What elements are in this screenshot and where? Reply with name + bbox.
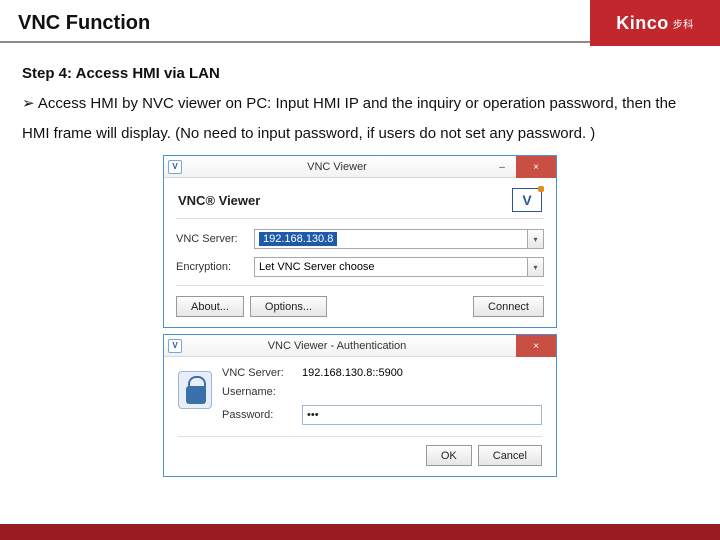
titlebar[interactable]: V VNC Viewer – ×	[164, 156, 556, 178]
cancel-button[interactable]: Cancel	[478, 445, 542, 466]
password-label: Password:	[222, 409, 302, 421]
vnc-viewer-window: V VNC Viewer – × VNC® Viewer V VNC Serve…	[163, 155, 557, 328]
ok-button[interactable]: OK	[426, 445, 472, 466]
brand-logo-sub: 步科	[673, 16, 694, 31]
vnc-logo-icon: V	[512, 188, 542, 212]
brand-heading: VNC® Viewer	[178, 193, 260, 208]
bullet-icon: ➢	[22, 95, 35, 112]
brand-logo: Kinco 步科	[590, 0, 720, 46]
encryption-label: Encryption:	[176, 261, 254, 273]
footer-bar	[0, 524, 720, 540]
username-label: Username:	[222, 386, 302, 398]
connect-button[interactable]: Connect	[473, 296, 544, 317]
encryption-value: Let VNC Server choose	[255, 261, 527, 273]
chevron-down-icon[interactable]: ▾	[527, 258, 543, 276]
close-button[interactable]: ×	[516, 335, 556, 357]
auth-server-value: 192.168.130.8::5900	[302, 367, 542, 379]
minimize-button[interactable]: –	[488, 156, 516, 178]
titlebar[interactable]: V VNC Viewer - Authentication ×	[164, 335, 556, 357]
server-value: 192.168.130.8	[259, 232, 337, 246]
options-button[interactable]: Options...	[250, 296, 327, 317]
vnc-auth-window: V VNC Viewer - Authentication × VNC Serv…	[163, 334, 557, 477]
window-title: VNC Viewer - Authentication	[188, 340, 556, 352]
step-heading: Step 4: Access HMI via LAN	[22, 59, 698, 89]
app-icon: V	[168, 160, 182, 174]
instruction-text: Access HMI by NVC viewer on PC: Input HM…	[22, 95, 676, 142]
app-icon: V	[168, 339, 182, 353]
server-label: VNC Server:	[176, 233, 254, 245]
about-button[interactable]: About...	[176, 296, 244, 317]
instruction-body: ➢ Access HMI by NVC viewer on PC: Input …	[22, 89, 698, 149]
lock-icon	[178, 371, 212, 409]
brand-logo-text: Kinco	[616, 13, 669, 34]
page-title: VNC Function	[18, 12, 150, 35]
chevron-down-icon[interactable]: ▾	[527, 230, 543, 248]
encryption-combobox[interactable]: Let VNC Server choose ▾	[254, 257, 544, 277]
password-input[interactable]: •••	[302, 405, 542, 425]
server-combobox[interactable]: 192.168.130.8 ▾	[254, 229, 544, 249]
close-button[interactable]: ×	[516, 156, 556, 178]
auth-server-label: VNC Server:	[222, 367, 302, 379]
